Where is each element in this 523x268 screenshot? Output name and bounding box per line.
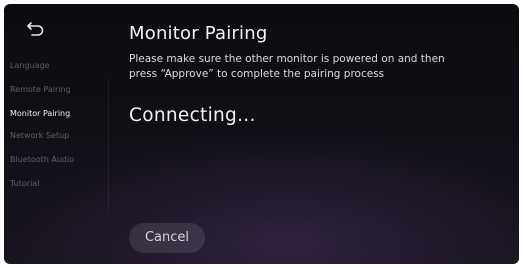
sidebar-item-monitor-pairing[interactable]: Monitor Pairing: [10, 109, 70, 119]
sidebar-item-language[interactable]: Language: [10, 61, 49, 71]
sidebar-item-network-setup[interactable]: Network Setup: [10, 131, 69, 141]
connection-status: Connecting...: [129, 105, 256, 126]
sidebar-item-bluetooth-audio[interactable]: Bluetooth Audio: [10, 155, 74, 165]
sidebar-item-tutorial[interactable]: Tutorial: [10, 179, 39, 189]
settings-screen: Language Remote Pairing Monitor Pairing …: [4, 4, 519, 264]
page-title: Monitor Pairing: [129, 23, 268, 44]
cancel-button[interactable]: Cancel: [129, 223, 205, 253]
pairing-instructions: Please make sure the other monitor is po…: [129, 53, 445, 80]
settings-sidebar: Language Remote Pairing Monitor Pairing …: [4, 4, 108, 264]
sidebar-divider: [108, 79, 109, 214]
sidebar-item-remote-pairing[interactable]: Remote Pairing: [10, 85, 71, 95]
